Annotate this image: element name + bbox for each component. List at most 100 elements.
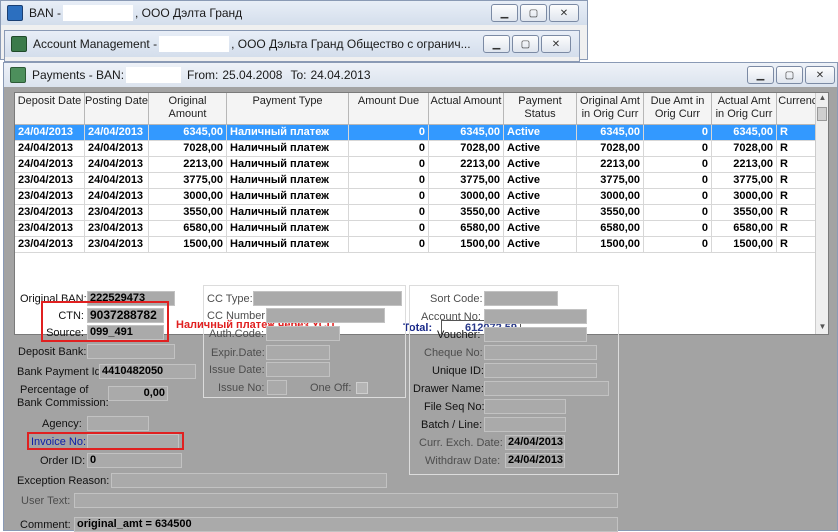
voucher-label: Voucher:: [437, 329, 481, 341]
table-cell: 23/04/2013: [15, 237, 85, 252]
close-button[interactable]: ✕: [549, 4, 579, 22]
scroll-thumb[interactable]: [817, 107, 827, 121]
table-cell: 23/04/2013: [15, 221, 85, 236]
deposit-bank-field: [87, 344, 175, 359]
table-row[interactable]: 23/04/2013 24/04/2013 3000,00 Наличный плат…: [15, 189, 825, 205]
redacted-payments-ban: [126, 67, 182, 83]
issue-no-label: Issue No:: [218, 382, 265, 394]
cc-number-label: CC Number:: [207, 310, 269, 322]
account-maximize-button[interactable]: ▢: [512, 35, 539, 53]
bank-payment-id-field: 4410482050: [99, 364, 196, 379]
table-cell: 0: [349, 125, 429, 140]
sort-code-field: [484, 291, 558, 306]
table-cell: Active: [504, 125, 577, 140]
column-header[interactable]: Posting Date: [85, 93, 149, 125]
auth-code-label: Auth.Code:: [209, 328, 265, 340]
close-icon: ✕: [559, 7, 569, 19]
table-cell: 6580,00: [712, 221, 777, 236]
table-cell: 24/04/2013: [85, 189, 149, 204]
comment-field: original_amt = 634500: [74, 517, 618, 532]
table-cell: 0: [349, 205, 429, 220]
drawer-name-label: Drawer Name:: [413, 383, 484, 395]
payments-window: Payments - BAN: From: 25.04.2008 To: 24.…: [3, 62, 838, 532]
ban-titlebar[interactable]: BAN - , ООО Дэлта Гранд ▁ ▢ ✕: [1, 1, 587, 25]
table-cell: Active: [504, 141, 577, 156]
table-row[interactable]: 23/04/2013 23/04/2013 1500,00 Наличный плат…: [15, 237, 825, 253]
table-cell: 0: [644, 141, 712, 156]
column-header[interactable]: Original Amt in Orig Curr: [577, 93, 644, 125]
table-cell: 1500,00: [712, 237, 777, 252]
column-header[interactable]: Original Amount: [149, 93, 227, 125]
table-cell: 0: [644, 157, 712, 172]
payments-titlebar[interactable]: Payments - BAN: From: 25.04.2008 To: 24.…: [4, 63, 837, 87]
column-header[interactable]: Due Amt in Orig Curr: [644, 93, 712, 125]
cheque-no-label: Cheque No:: [424, 347, 483, 359]
drawer-name-field: [484, 381, 609, 396]
one-off-checkbox[interactable]: [356, 382, 368, 394]
payments-close-button[interactable]: ✕: [805, 66, 835, 84]
invoice-highlight-box: [27, 432, 184, 450]
voucher-field: [484, 327, 587, 342]
table-row[interactable]: 23/04/2013 24/04/2013 3775,00 Наличный плат…: [15, 173, 825, 189]
table-cell: 0: [349, 141, 429, 156]
table-cell: 0: [349, 189, 429, 204]
column-header[interactable]: Deposit Date: [15, 93, 85, 125]
order-id-label: Order ID:: [40, 455, 86, 467]
table-cell: 1500,00: [577, 237, 644, 252]
minimize-button[interactable]: ▁: [491, 4, 518, 22]
table-cell: 23/04/2013: [15, 205, 85, 220]
account-titlebar[interactable]: Account Management - , ООО Дэльта Гранд …: [5, 31, 579, 57]
exception-reason-label: Exception Reason:: [17, 475, 110, 487]
payments-minimize-button[interactable]: ▁: [747, 66, 774, 84]
table-cell: Наличный платеж: [227, 157, 349, 172]
table-cell: 3000,00: [429, 189, 504, 204]
table-cell: 0: [349, 237, 429, 252]
payments-title-prefix: Payments - BAN:: [32, 68, 125, 82]
column-header[interactable]: Actual Amount: [429, 93, 504, 125]
table-row[interactable]: 24/04/2013 24/04/2013 7028,00 Наличный плат…: [15, 141, 825, 157]
scroll-up-icon[interactable]: ▲: [816, 93, 828, 105]
user-text-field: [74, 493, 618, 508]
file-seq-no-label: File Seq No:: [424, 401, 485, 413]
column-header[interactable]: Payment Type: [227, 93, 349, 125]
table-row[interactable]: 23/04/2013 23/04/2013 6580,00 Наличный плат…: [15, 221, 825, 237]
table-cell: 24/04/2013: [85, 125, 149, 140]
table-row[interactable]: 24/04/2013 24/04/2013 6345,00 Наличный плат…: [15, 125, 825, 141]
table-cell: 3550,00: [149, 205, 227, 220]
bank-payment-id-label: Bank Payment Id:: [17, 366, 104, 378]
maximize-button[interactable]: ▢: [520, 4, 547, 22]
grid-body: 24/04/2013 24/04/2013 6345,00 Наличный плат…: [15, 125, 825, 253]
table-cell: 6580,00: [149, 221, 227, 236]
table-cell: 23/04/2013: [85, 221, 149, 236]
account-minimize-button[interactable]: ▁: [483, 35, 510, 53]
table-cell: 3000,00: [712, 189, 777, 204]
payments-maximize-button[interactable]: ▢: [776, 66, 803, 84]
column-header[interactable]: Payment Status: [504, 93, 577, 125]
table-cell: 23/04/2013: [15, 173, 85, 188]
table-cell: 6580,00: [429, 221, 504, 236]
redacted-account: [159, 36, 230, 52]
table-cell: 23/04/2013: [85, 205, 149, 220]
cc-type-field: [253, 291, 402, 306]
minimize-icon: ▁: [492, 38, 501, 50]
table-cell: 0: [644, 173, 712, 188]
column-header[interactable]: Amount Due: [349, 93, 429, 125]
table-cell: Active: [504, 189, 577, 204]
table-cell: 7028,00: [149, 141, 227, 156]
table-cell: Active: [504, 205, 577, 220]
table-row[interactable]: 24/04/2013 24/04/2013 2213,00 Наличный плат…: [15, 157, 825, 173]
table-cell: 7028,00: [712, 141, 777, 156]
table-cell: 24/04/2013: [85, 141, 149, 156]
table-cell: 0: [644, 205, 712, 220]
grid-vertical-scrollbar[interactable]: ▲ ▼: [815, 93, 828, 334]
close-icon: ✕: [815, 69, 825, 81]
table-cell: 24/04/2013: [85, 157, 149, 172]
table-row[interactable]: 23/04/2013 23/04/2013 3550,00 Наличный плат…: [15, 205, 825, 221]
issue-date-field: [266, 362, 330, 377]
table-cell: 3550,00: [429, 205, 504, 220]
maximize-icon: ▢: [520, 38, 531, 50]
account-close-button[interactable]: ✕: [541, 35, 571, 53]
column-header[interactable]: Actual Amt in Orig Curr: [712, 93, 777, 125]
scroll-down-icon[interactable]: ▼: [816, 322, 828, 334]
payments-to-date: 24.04.2013: [310, 68, 371, 82]
